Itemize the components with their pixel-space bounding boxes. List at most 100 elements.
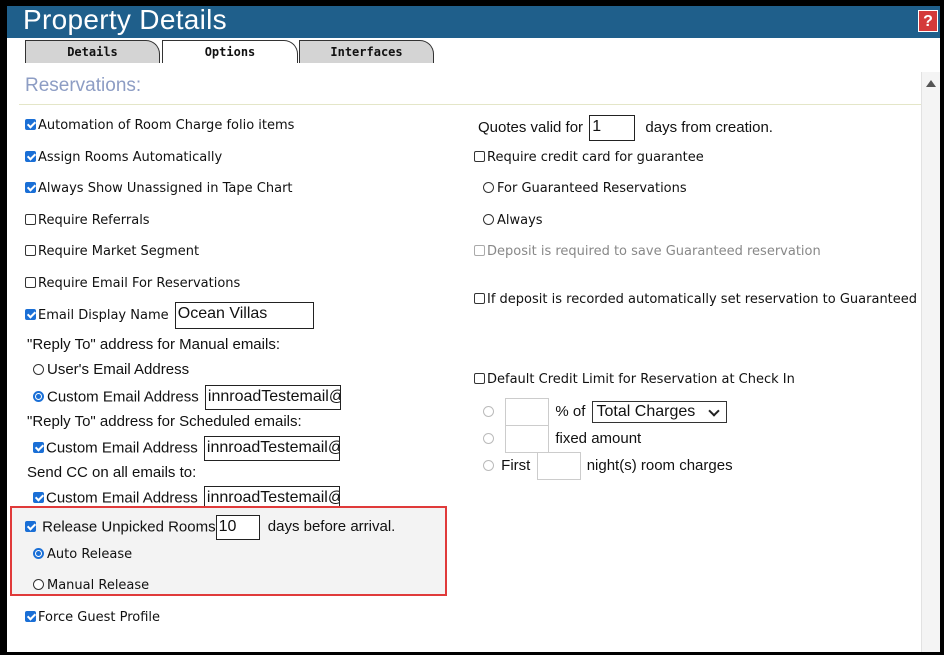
release-unpicked-row: Release Unpicked Rooms 10 days before arr… [25, 515, 395, 540]
page-title: Property Details [23, 6, 227, 35]
help-icon[interactable]: ? [918, 10, 938, 32]
require-email-label: Require Email For Reservations [38, 276, 241, 291]
automation-row: Automation of Room Charge folio items [25, 118, 294, 134]
force-guest-label: Force Guest Profile [38, 610, 161, 625]
percent-radio[interactable] [483, 406, 494, 417]
auto-release-row: Auto Release [33, 547, 132, 563]
for-guaranteed-label: For Guaranteed Reservations [497, 181, 687, 196]
always-show-checkbox[interactable] [25, 182, 36, 193]
for-guaranteed-row: For Guaranteed Reservations [483, 181, 687, 197]
title-bar: Property Details ? [7, 6, 940, 38]
require-market-row: Require Market Segment [25, 244, 199, 260]
days-before-label: days before arrival. [267, 518, 396, 536]
auto-release-radio[interactable] [33, 548, 44, 559]
percent-input[interactable] [505, 398, 550, 427]
users-email-row: User's Email Address [33, 362, 189, 378]
force-guest-checkbox[interactable] [25, 611, 36, 622]
reply-manual-label: "Reply To" address for Manual emails: [27, 336, 280, 353]
first-label: First [501, 457, 531, 474]
require-market-label: Require Market Segment [38, 244, 200, 259]
automation-checkbox[interactable] [25, 119, 36, 130]
days-from-creation-label: days from creation. [645, 119, 773, 136]
scheduled-custom-email-label: Custom Email Address [46, 439, 198, 457]
release-days-input[interactable]: 10 [215, 515, 260, 540]
cc-custom-email-checkbox[interactable] [33, 492, 44, 504]
chevron-down-icon [707, 405, 720, 417]
require-referrals-row: Require Referrals [25, 213, 150, 229]
send-cc-label: Send CC on all emails to: [27, 464, 197, 481]
email-display-checkbox[interactable] [25, 309, 36, 320]
require-market-checkbox[interactable] [25, 245, 36, 256]
fixed-amount-label: fixed amount [555, 430, 642, 447]
manual-custom-email-row: Custom Email Address innroadTestemail@ [33, 385, 341, 410]
default-credit-checkbox[interactable] [474, 373, 485, 384]
deposit-auto-checkbox[interactable] [474, 293, 485, 304]
first-nights-input[interactable] [536, 452, 581, 481]
tab-details[interactable]: Details [25, 40, 160, 63]
automation-label: Automation of Room Charge folio items [38, 118, 295, 133]
quotes-valid-label: Quotes valid for [478, 119, 584, 136]
manual-custom-email-label: Custom Email Address [47, 388, 199, 406]
require-cc-row: Require credit card for guarantee [474, 150, 704, 166]
cc-custom-email-label: Custom Email Address [46, 489, 198, 507]
for-guaranteed-radio[interactable] [483, 182, 494, 193]
assign-rooms-row: Assign Rooms Automatically [25, 150, 222, 166]
always-row: Always [483, 213, 543, 229]
tab-interfaces[interactable]: Interfaces [299, 40, 434, 63]
users-email-label: User's Email Address [47, 361, 190, 378]
always-label: Always [497, 213, 543, 228]
require-email-row: Require Email For Reservations [25, 276, 240, 292]
fixed-amount-input[interactable] [505, 425, 550, 454]
assign-rooms-checkbox[interactable] [25, 151, 36, 162]
charges-select-value: Total Charges [596, 403, 696, 421]
property-details-window: Property Details ? Details Options Inter… [7, 6, 940, 652]
charges-select[interactable]: Total Charges [591, 401, 727, 424]
require-referrals-checkbox[interactable] [25, 214, 36, 225]
deposit-required-row: Deposit is required to save Guaranteed r… [474, 244, 821, 260]
email-display-name-input[interactable]: Ocean Villas [174, 302, 314, 329]
deposit-auto-row: If deposit is recorded automatically set… [474, 292, 917, 308]
nights-label: night(s) room charges [586, 457, 733, 474]
scheduled-custom-email-checkbox[interactable] [33, 442, 44, 454]
deposit-required-label: Deposit is required to save Guaranteed r… [487, 244, 821, 259]
deposit-auto-label: If deposit is recorded automatically set… [487, 292, 918, 307]
quotes-days-input[interactable]: 1 [589, 115, 636, 142]
email-display-label: Email Display Name [38, 308, 169, 323]
assign-rooms-label: Assign Rooms Automatically [38, 150, 223, 165]
scheduled-custom-email-input[interactable]: innroadTestemail@ [203, 436, 340, 461]
default-credit-label: Default Credit Limit for Reservation at … [487, 372, 795, 387]
reservations-panel: Reservations: Automation of Room Charge … [10, 72, 921, 652]
percent-of-label: % of [555, 403, 586, 420]
percent-row: % of Total Charges [483, 398, 727, 427]
deposit-required-checkbox[interactable] [474, 245, 485, 256]
require-cc-checkbox[interactable] [474, 151, 485, 162]
always-show-label: Always Show Unassigned in Tape Chart [38, 181, 293, 196]
scroll-up-arrow-icon[interactable] [926, 80, 936, 87]
force-guest-row: Force Guest Profile [25, 610, 160, 626]
users-email-radio[interactable] [33, 364, 44, 375]
auto-release-label: Auto Release [47, 547, 133, 562]
email-display-row: Email Display Name Ocean Villas [25, 302, 314, 329]
manual-custom-email-radio[interactable] [33, 391, 44, 403]
always-show-row: Always Show Unassigned in Tape Chart [25, 181, 293, 197]
section-divider [19, 104, 921, 105]
vertical-scrollbar[interactable] [921, 72, 940, 652]
tab-bar: Details Options Interfaces [7, 38, 940, 65]
default-credit-row: Default Credit Limit for Reservation at … [474, 372, 795, 388]
scheduled-custom-email-row: Custom Email Address innroadTestemail@ [33, 436, 340, 461]
fixed-amount-row: fixed amount [483, 425, 642, 454]
require-cc-label: Require credit card for guarantee [487, 150, 704, 165]
release-unpicked-checkbox[interactable] [25, 521, 36, 533]
tab-options[interactable]: Options [162, 40, 298, 63]
manual-custom-email-input[interactable]: innroadTestemail@ [204, 385, 341, 410]
release-unpicked-label: Release Unpicked Rooms [42, 518, 216, 536]
manual-release-row: Manual Release [33, 578, 149, 594]
manual-release-label: Manual Release [47, 578, 150, 593]
fixed-amount-radio[interactable] [483, 433, 494, 444]
require-email-checkbox[interactable] [25, 277, 36, 288]
first-nights-radio[interactable] [483, 460, 494, 471]
manual-release-radio[interactable] [33, 579, 44, 590]
always-radio[interactable] [483, 214, 494, 225]
reply-scheduled-label: "Reply To" address for Scheduled emails: [27, 413, 302, 430]
quotes-row: Quotes valid for 1 days from creation. [478, 115, 773, 142]
